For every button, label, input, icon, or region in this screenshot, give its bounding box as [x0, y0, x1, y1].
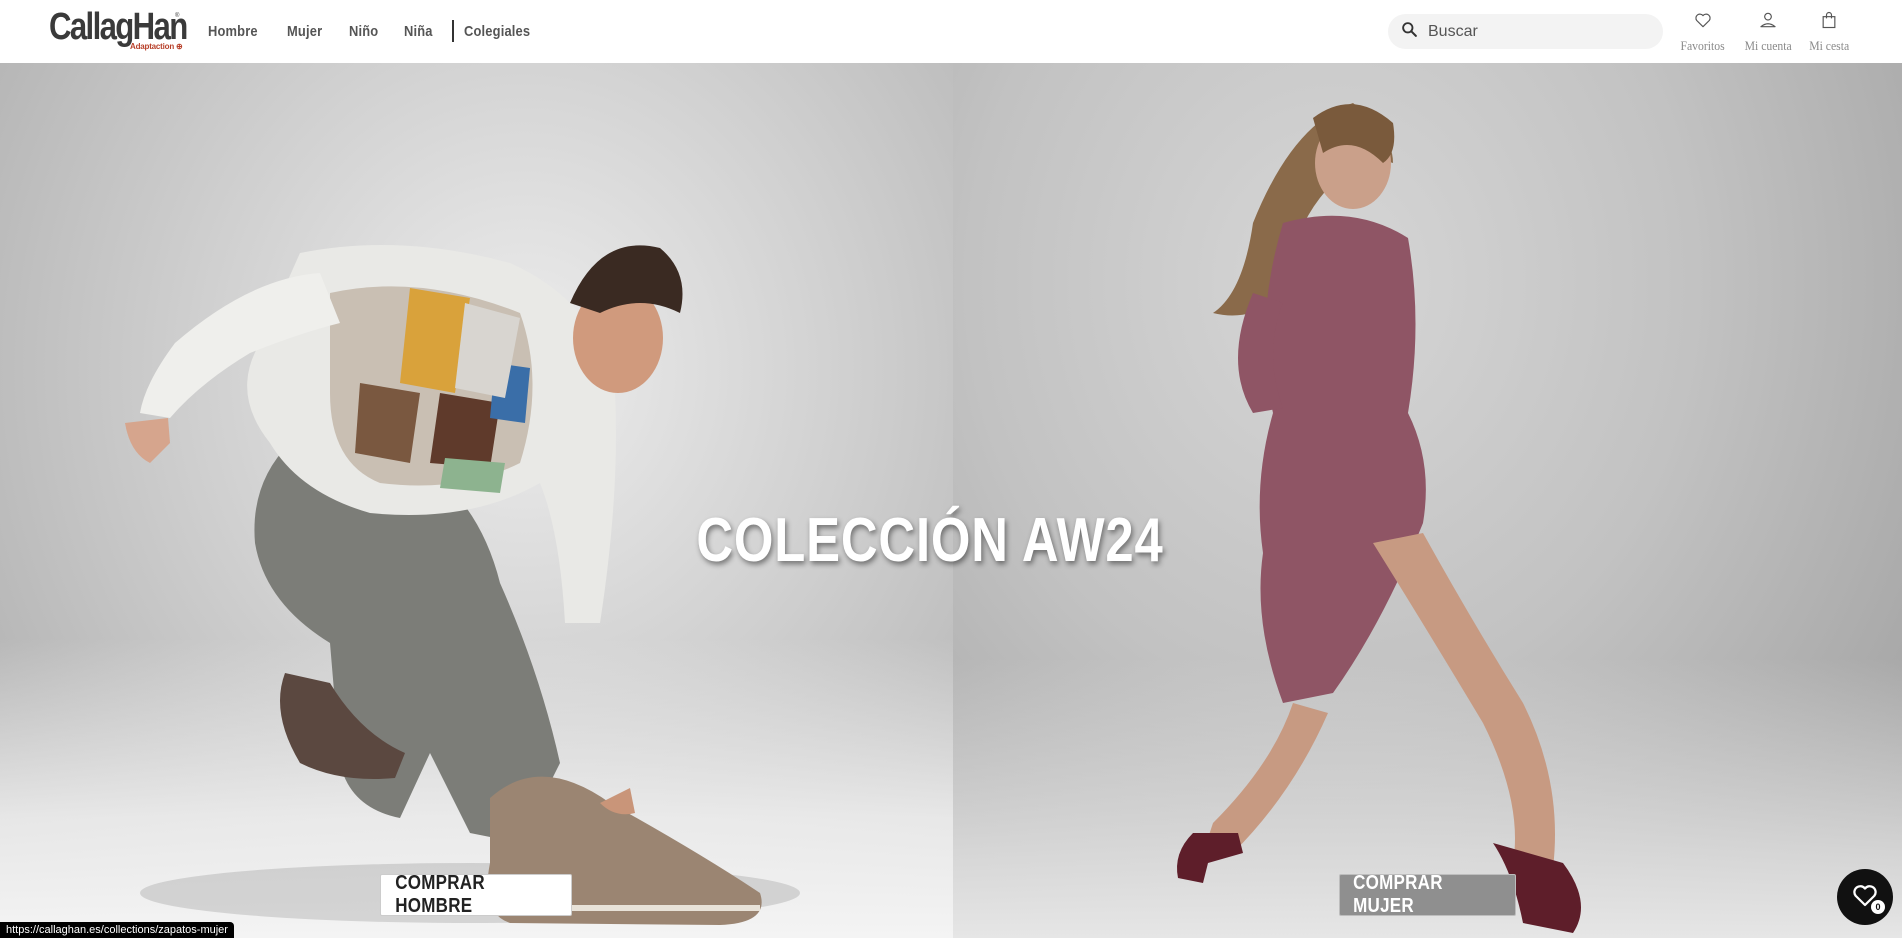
- nav-item-hombre[interactable]: Hombre: [208, 23, 258, 40]
- logo-tagline: Adaptaction ⊕: [130, 42, 183, 51]
- account-label: Mi cuenta: [1744, 38, 1792, 53]
- search-icon[interactable]: [1401, 21, 1418, 43]
- heart-icon: [1693, 10, 1713, 35]
- shopping-bag-icon: [1819, 10, 1839, 35]
- brand-logo[interactable]: CallagHan ® Adaptaction ⊕: [49, 5, 188, 55]
- hero-banner: COLECCIÓN AW24: [0, 63, 1902, 938]
- nav-item-nina[interactable]: Niña: [404, 23, 433, 40]
- nav-item-mujer[interactable]: Mujer: [287, 23, 322, 40]
- status-bar-url: https://callaghan.es/collections/zapatos…: [0, 922, 234, 938]
- logo-registered-mark: ®: [175, 13, 180, 19]
- nav-item-colegiales[interactable]: Colegiales: [464, 23, 530, 40]
- wishlist-floating-button[interactable]: 0: [1837, 869, 1893, 925]
- site-header: CallagHan ® Adaptaction ⊕ Hombre Mujer N…: [0, 0, 1902, 63]
- shop-women-button[interactable]: COMPRAR MUJER: [1339, 872, 1516, 917]
- user-icon: [1758, 10, 1778, 35]
- nav-item-nino[interactable]: Niño: [349, 23, 378, 40]
- nav-divider: [452, 20, 455, 42]
- shop-men-label: COMPRAR HOMBRE: [395, 872, 485, 917]
- cart-button[interactable]: Mi cesta: [1807, 10, 1851, 54]
- favorites-button[interactable]: Favoritos: [1678, 10, 1727, 54]
- favorites-label: Favoritos: [1680, 38, 1725, 53]
- shop-men-button[interactable]: COMPRAR HOMBRE: [380, 872, 572, 917]
- cart-label: Mi cesta: [1809, 38, 1850, 53]
- search-input[interactable]: [1428, 22, 1648, 41]
- main-nav: Hombre Mujer Niño Niña Colegiales: [208, 18, 562, 44]
- female-model-illustration: [1177, 103, 1581, 933]
- account-button[interactable]: Mi cuenta: [1742, 10, 1794, 54]
- hero-image-men[interactable]: [0, 63, 953, 938]
- hero-image-women[interactable]: [953, 63, 1902, 938]
- search-bar[interactable]: [1388, 14, 1663, 49]
- hero-title: COLECCIÓN AW24: [696, 506, 1164, 575]
- shop-women-label: COMPRAR MUJER: [1353, 872, 1443, 917]
- wishlist-count-badge: 0: [1871, 900, 1885, 914]
- male-model-illustration: [125, 245, 800, 925]
